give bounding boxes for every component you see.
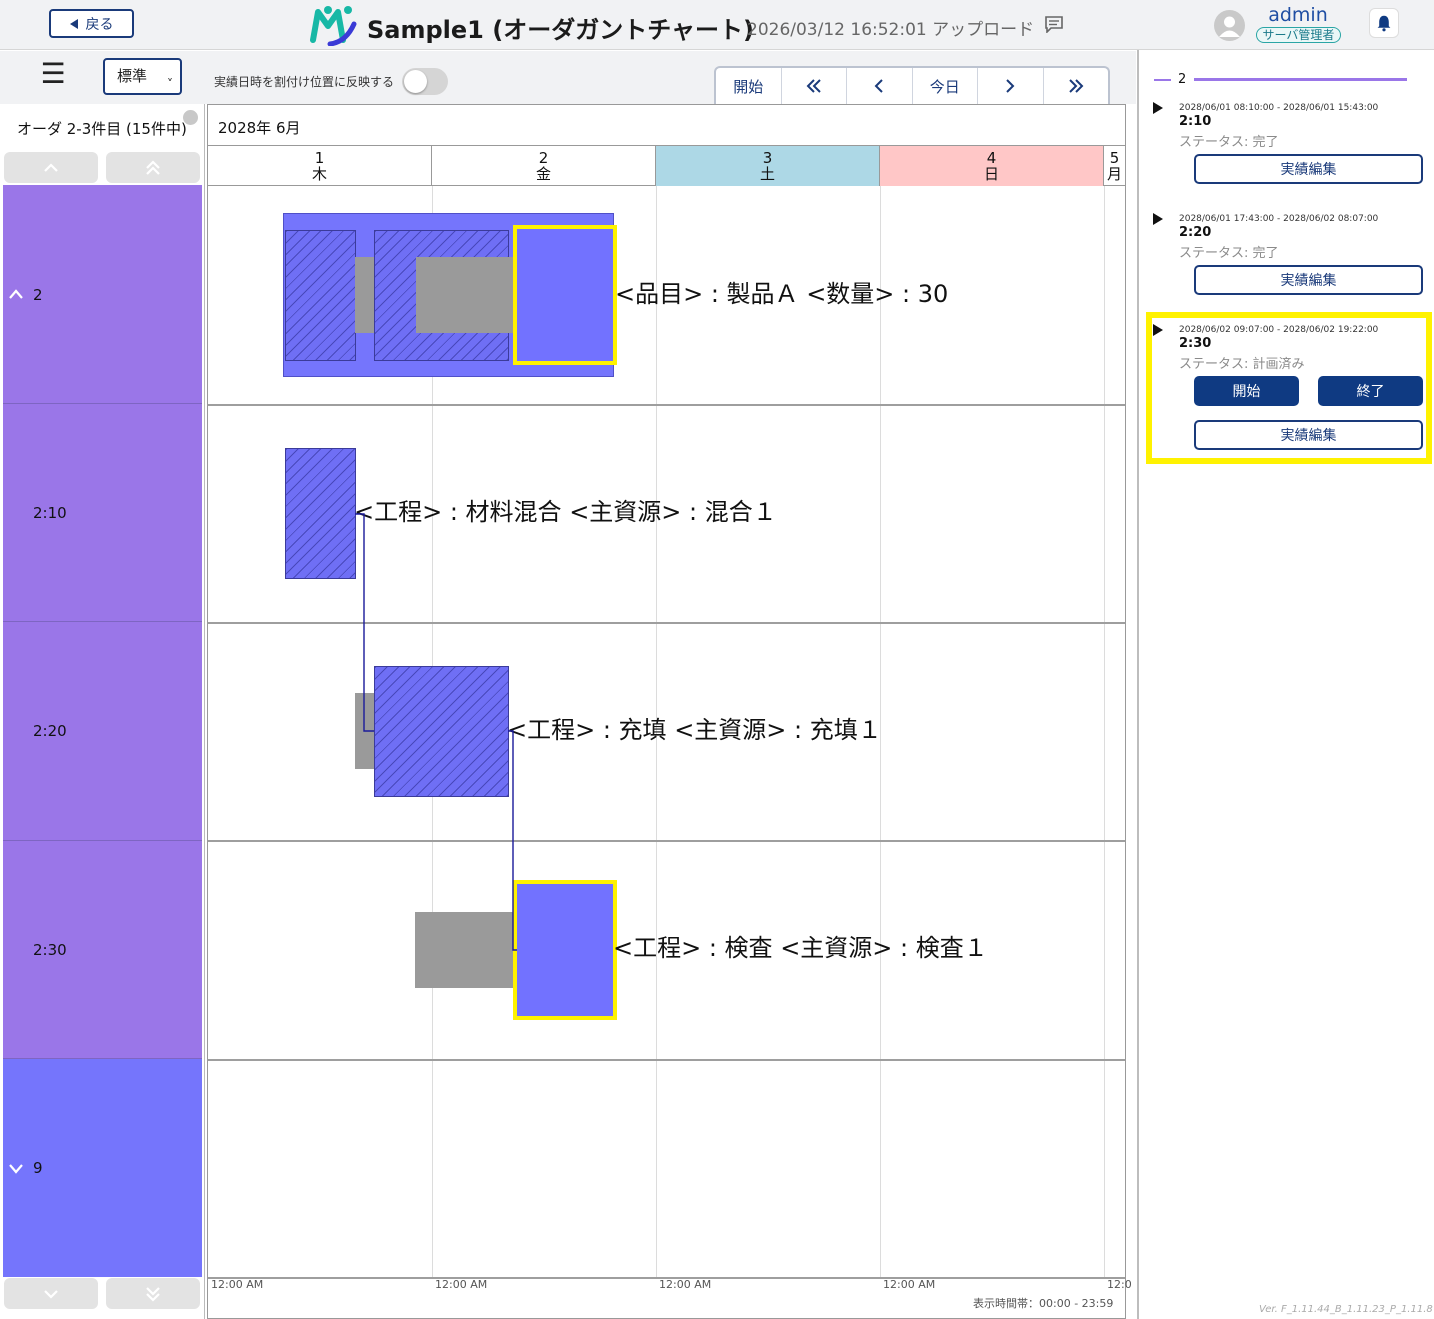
process-row-2-30[interactable]: 2:30 bbox=[3, 841, 202, 1059]
edit-actuals-button[interactable]: 実績編集 bbox=[1194, 420, 1423, 450]
scroll-bottom-button[interactable] bbox=[106, 1278, 200, 1309]
process-row-label: 2:20 bbox=[33, 722, 67, 740]
order-list-panel: オーダ 2-3件目 (15件中) 2 2:10 2:20 2:30 9 bbox=[0, 104, 205, 1319]
date-navigation: 開始 今日 bbox=[714, 66, 1110, 104]
user-avatar-icon[interactable] bbox=[1214, 10, 1245, 41]
play-icon[interactable] bbox=[1153, 213, 1163, 225]
time-axis-tick: 12:00 AM bbox=[883, 1278, 936, 1291]
scroll-down-button[interactable] bbox=[4, 1278, 98, 1309]
comment-icon[interactable] bbox=[1045, 16, 1063, 33]
edit-actuals-button[interactable]: 実績編集 bbox=[1194, 265, 1423, 295]
operation-code: 2:10 bbox=[1179, 114, 1212, 129]
order-detail-panel: 2 2028/06/01 08:10:00 - 2028/06/01 15:43… bbox=[1137, 50, 1434, 1319]
nav-back-button[interactable] bbox=[847, 68, 913, 104]
double-chevron-down-icon bbox=[146, 1286, 160, 1302]
user-role-badge: サーバ管理者 bbox=[1256, 27, 1341, 43]
bell-icon bbox=[1377, 15, 1391, 32]
operation-code: 2:20 bbox=[1179, 225, 1212, 240]
view-mode-select[interactable]: 標準 ˅ bbox=[103, 58, 182, 95]
operation-status: ステータス: 完了 bbox=[1179, 135, 1279, 150]
collapse-chevron-up-icon[interactable] bbox=[8, 288, 24, 300]
display-time-range: 表示時間帯：00:00 - 23:59 bbox=[973, 1297, 1114, 1310]
time-axis-tick: 12:0 bbox=[1107, 1278, 1132, 1291]
reflect-actuals-toggle[interactable] bbox=[402, 68, 448, 95]
user-name[interactable]: admin bbox=[1262, 4, 1334, 26]
operation-datetime: 2028/06/02 09:07:00 - 2028/06/02 19:22:0… bbox=[1179, 325, 1379, 335]
back-button[interactable]: 戻る bbox=[49, 9, 134, 38]
nav-today-button[interactable]: 今日 bbox=[913, 68, 978, 104]
back-arrow-icon bbox=[69, 18, 78, 29]
double-chevron-up-icon bbox=[146, 159, 160, 175]
nav-fast-forward-button[interactable] bbox=[1044, 68, 1109, 104]
app-logo-icon bbox=[310, 6, 357, 46]
app-header: 戻る Sample1 (オーダガントチャート) 2026/03/12 16:52… bbox=[0, 0, 1434, 50]
process-row-2-20[interactable]: 2:20 bbox=[3, 622, 202, 841]
notification-bell-button[interactable] bbox=[1369, 8, 1399, 38]
back-button-label: 戻る bbox=[85, 16, 114, 33]
app-title: Sample1 (オーダガントチャート) bbox=[367, 16, 754, 44]
operation-code: 2:30 bbox=[1179, 336, 1212, 351]
process-row-2-10[interactable]: 2:10 bbox=[3, 404, 202, 622]
reflect-actuals-label: 実績日時を割付け位置に反映する bbox=[214, 75, 395, 89]
process-row-label: 2:30 bbox=[33, 941, 67, 959]
order-number: 2 bbox=[1178, 72, 1187, 87]
expand-chevron-down-icon[interactable] bbox=[8, 1162, 24, 1174]
order-count: オーダ 2-3件目 (15件中) bbox=[17, 120, 187, 138]
operation-datetime: 2028/06/01 08:10:00 - 2028/06/01 15:43:0… bbox=[1179, 103, 1379, 113]
chevron-right-icon bbox=[1006, 79, 1015, 93]
chevron-left-icon bbox=[874, 79, 883, 93]
dependency-links bbox=[355, 513, 517, 951]
scroll-up-button[interactable] bbox=[4, 152, 98, 183]
process-row-label: 2:10 bbox=[33, 504, 67, 522]
chevron-down-icon bbox=[44, 1289, 58, 1299]
gantt-chart: 2028年 6月 1 木 2 金 3 土 4 日 5 月 <品目>: 製品Ａ … bbox=[207, 104, 1132, 1319]
double-chevron-right-icon bbox=[1069, 79, 1084, 93]
edit-actuals-button[interactable]: 実績編集 bbox=[1194, 154, 1423, 184]
operation-status: ステータス: 計画済み bbox=[1179, 357, 1305, 372]
start-operation-button[interactable]: 開始 bbox=[1194, 376, 1299, 406]
list-menu-icon[interactable] bbox=[183, 110, 198, 125]
order-row-2[interactable]: 2 bbox=[3, 185, 202, 404]
view-mode-value: 標準 bbox=[117, 67, 148, 85]
chevron-down-icon: ˅ bbox=[167, 77, 173, 91]
version-info: Ver. F_1.11.44_B_1.11.23_P_1.11.8 bbox=[1259, 1304, 1433, 1315]
order-line-marker bbox=[1194, 78, 1407, 81]
hamburger-menu-icon[interactable]: ☰ bbox=[38, 60, 68, 90]
time-axis-tick: 12:00 AM bbox=[435, 1278, 488, 1291]
chevron-up-icon bbox=[44, 162, 58, 172]
double-chevron-left-icon bbox=[806, 79, 821, 93]
upload-info: 2026/03/12 16:52:01 アップロード bbox=[747, 20, 1035, 40]
nav-forward-button[interactable] bbox=[978, 68, 1044, 104]
toggle-knob bbox=[404, 70, 427, 93]
time-axis-tick: 12:00 AM bbox=[659, 1278, 712, 1291]
end-operation-button[interactable]: 終了 bbox=[1318, 376, 1423, 406]
order-row-9[interactable]: 9 bbox=[3, 1059, 202, 1277]
order-line-marker bbox=[1154, 79, 1171, 81]
order-row-label: 9 bbox=[33, 1159, 43, 1177]
operation-status: ステータス: 完了 bbox=[1179, 246, 1279, 261]
play-icon[interactable] bbox=[1153, 324, 1163, 336]
nav-start-button[interactable]: 開始 bbox=[716, 68, 782, 104]
order-row-label: 2 bbox=[33, 286, 43, 304]
play-icon[interactable] bbox=[1153, 102, 1163, 114]
scroll-top-button[interactable] bbox=[106, 152, 200, 183]
nav-fast-back-button[interactable] bbox=[782, 68, 847, 104]
gantt-toolbar: ☰ 標準 ˅ 実績日時を割付け位置に反映する 開始 今日 bbox=[0, 51, 1136, 104]
time-axis-tick: 12:00 AM bbox=[211, 1278, 264, 1291]
operation-datetime: 2028/06/01 17:43:00 - 2028/06/02 08:07:0… bbox=[1179, 214, 1379, 224]
